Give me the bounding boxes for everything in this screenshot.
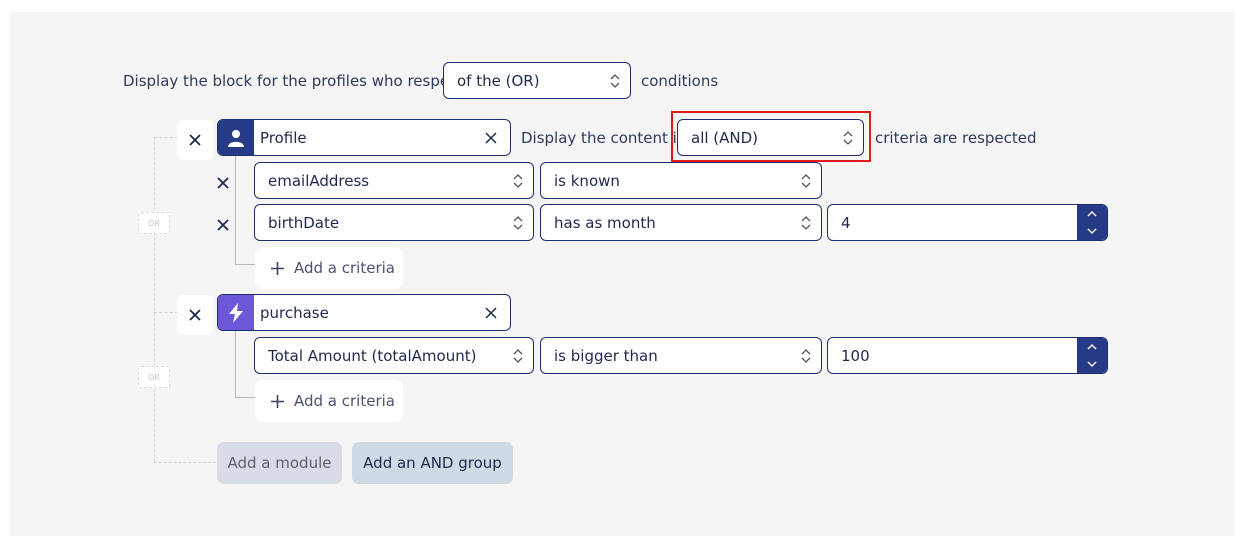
criteria-field-value: emailAddress xyxy=(268,171,370,190)
remove-group-button[interactable] xyxy=(177,120,213,160)
increment-button[interactable] xyxy=(1077,205,1107,223)
number-spinner[interactable] xyxy=(1077,205,1107,240)
header-suffix-text: conditions xyxy=(641,72,719,90)
criteria-field-value: Total Amount (totalAmount) xyxy=(268,346,477,365)
module-label: purchase xyxy=(260,303,329,322)
profile-module-select[interactable]: Profile xyxy=(217,119,511,156)
add-criteria-button[interactable]: Add a criteria xyxy=(255,247,403,289)
criteria-match-select[interactable]: all (AND) xyxy=(677,119,864,156)
criteria-field-select[interactable]: emailAddress xyxy=(254,162,534,199)
remove-group-button[interactable] xyxy=(177,295,213,335)
decrement-button[interactable] xyxy=(1077,223,1107,241)
criteria-tree-line xyxy=(235,156,236,264)
chevron-up-icon xyxy=(1087,210,1097,217)
chevron-up-icon xyxy=(1087,343,1097,350)
add-criteria-button[interactable]: Add a criteria xyxy=(255,380,403,422)
criteria-field-select[interactable]: birthDate xyxy=(254,204,534,241)
criteria-match-value: all (AND) xyxy=(691,128,759,147)
criteria-operator-select[interactable]: is bigger than xyxy=(540,337,822,374)
criteria-tree-line xyxy=(235,331,236,397)
condition-type-select[interactable]: of the (OR) xyxy=(443,62,631,99)
select-arrows-icon xyxy=(801,173,811,188)
criteria-operator-select[interactable]: has as month xyxy=(540,204,822,241)
close-icon xyxy=(217,177,229,189)
condition-type-value: of the (OR) xyxy=(457,71,540,90)
decrement-button[interactable] xyxy=(1077,356,1107,374)
close-icon xyxy=(485,131,497,144)
header-prefix-text: Display the block for the profiles who r… xyxy=(123,72,464,90)
add-criteria-label: Add a criteria xyxy=(294,259,395,277)
select-arrows-icon xyxy=(513,215,523,230)
criteria-operator-value: is known xyxy=(554,171,620,190)
plus-icon xyxy=(271,394,284,408)
criteria-field-select[interactable]: Total Amount (totalAmount) xyxy=(254,337,534,374)
close-icon xyxy=(485,306,497,319)
select-arrows-icon xyxy=(843,130,853,145)
close-icon xyxy=(217,219,229,231)
criteria-operator-value: has as month xyxy=(554,213,656,232)
criteria-value-input[interactable]: 4 xyxy=(827,204,1108,241)
criteria-operator-value: is bigger than xyxy=(554,346,658,365)
module-label: Profile xyxy=(260,128,307,147)
remove-criteria-button[interactable] xyxy=(212,172,234,194)
content-suffix-text: criteria are respected xyxy=(875,129,1037,147)
lightning-icon xyxy=(218,295,254,330)
clear-module-button[interactable] xyxy=(472,295,510,330)
select-arrows-icon xyxy=(513,173,523,188)
chevron-down-icon xyxy=(1087,228,1097,235)
select-arrows-icon xyxy=(513,348,523,363)
purchase-module-select[interactable]: purchase xyxy=(217,294,511,331)
close-icon xyxy=(189,309,201,321)
or-connector-branch xyxy=(154,137,178,138)
remove-criteria-button[interactable] xyxy=(212,214,234,236)
criteria-value: 4 xyxy=(841,213,851,232)
or-connector-branch xyxy=(154,462,216,463)
criteria-value-input[interactable]: 100 xyxy=(827,337,1108,374)
increment-button[interactable] xyxy=(1077,338,1107,356)
criteria-operator-select[interactable]: is known xyxy=(540,162,822,199)
add-and-group-button[interactable]: Add an AND group xyxy=(352,442,513,484)
criteria-tree-branch xyxy=(235,264,255,265)
or-connector-branch xyxy=(154,312,178,313)
or-connector-line xyxy=(154,137,155,462)
select-arrows-icon xyxy=(610,73,620,88)
select-arrows-icon xyxy=(801,348,811,363)
user-icon xyxy=(218,120,254,155)
add-criteria-label: Add a criteria xyxy=(294,392,395,410)
add-module-button[interactable]: Add a module xyxy=(217,442,342,484)
criteria-field-value: birthDate xyxy=(268,213,340,232)
plus-icon xyxy=(271,261,284,275)
or-badge: OR xyxy=(138,212,170,234)
criteria-tree-branch xyxy=(235,397,255,398)
close-icon xyxy=(189,134,201,146)
number-spinner[interactable] xyxy=(1077,338,1107,373)
clear-module-button[interactable] xyxy=(472,120,510,155)
content-prefix-text: Display the content if xyxy=(521,129,683,147)
or-badge: OR xyxy=(138,366,170,388)
criteria-value: 100 xyxy=(841,346,870,365)
select-arrows-icon xyxy=(801,215,811,230)
chevron-down-icon xyxy=(1087,361,1097,368)
